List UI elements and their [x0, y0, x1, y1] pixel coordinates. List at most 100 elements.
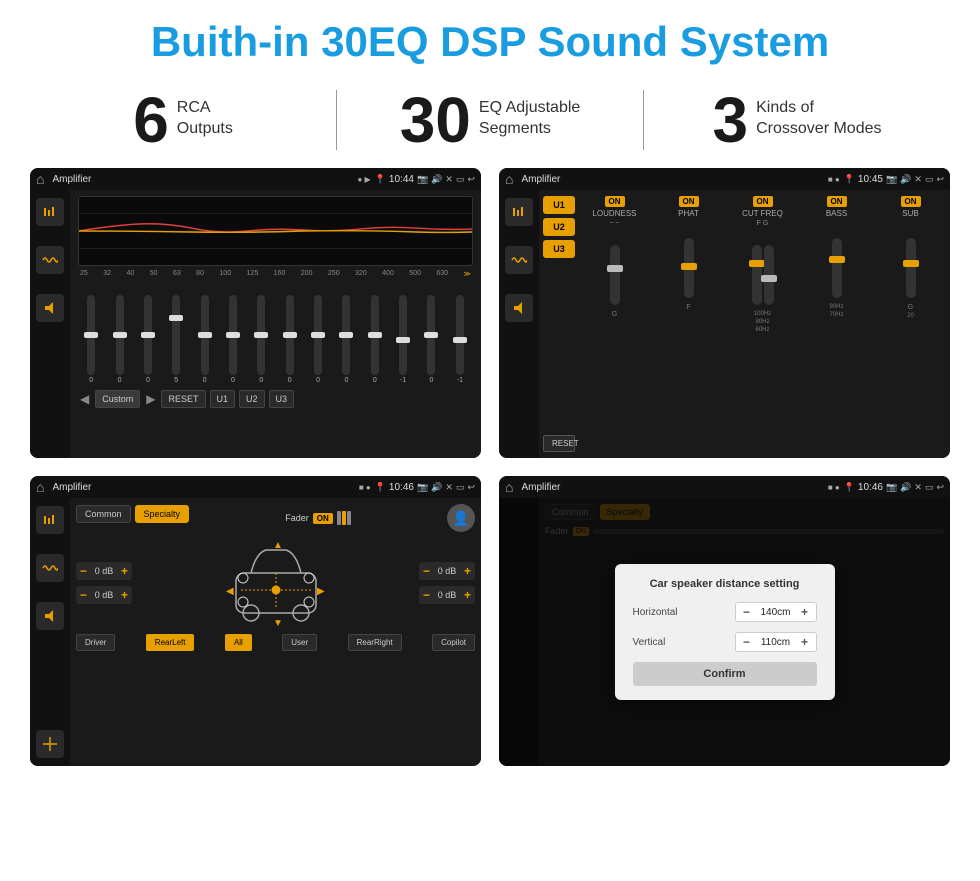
stats-row: 6 RCAOutputs 30 EQ AdjustableSegments 3 …: [0, 78, 980, 168]
back-icon-4[interactable]: ↩: [936, 482, 944, 493]
wave-btn[interactable]: [36, 246, 64, 274]
rl-plus[interactable]: +: [121, 588, 128, 602]
camera-icon-3: 📷: [417, 482, 428, 493]
user-avatar[interactable]: 👤: [447, 504, 475, 532]
fader-on-badge[interactable]: ON: [313, 513, 333, 524]
eq-main: 25 32 40 50 63 80 100 125 160 200 250 32…: [70, 190, 481, 458]
fl-db-control: − 0 dB +: [76, 562, 132, 580]
horizontal-plus[interactable]: +: [798, 605, 812, 619]
loudness-on[interactable]: ON: [605, 196, 625, 207]
rr-plus[interactable]: +: [464, 588, 471, 602]
status-bar-4: ⌂ Amplifier ■ ● 📍 10:46 📷 🔊 ✕ ▭ ↩: [499, 476, 950, 498]
fr-minus[interactable]: −: [423, 564, 430, 578]
sub-on[interactable]: ON: [901, 196, 921, 207]
horizontal-minus[interactable]: −: [740, 605, 754, 619]
phat-on[interactable]: ON: [679, 196, 699, 207]
bass-on[interactable]: ON: [827, 196, 847, 207]
eq-slider-2: 0: [135, 295, 161, 384]
time-1: 10:44: [389, 174, 414, 185]
stat-label-crossover: Kinds ofCrossover Modes: [756, 88, 881, 140]
all-btn[interactable]: All: [225, 634, 252, 651]
driver-btn[interactable]: Driver: [76, 634, 115, 651]
eq-icon-3[interactable]: [36, 506, 64, 534]
sub-label: SUB: [902, 209, 918, 218]
preset-u1-amp[interactable]: U1: [543, 196, 575, 214]
back-icon-2[interactable]: ↩: [936, 174, 944, 185]
rearleft-btn[interactable]: RearLeft: [146, 634, 195, 651]
battery-icon-3: ▭: [456, 482, 465, 493]
eq-slider-9: 0: [333, 295, 359, 384]
copilot-btn[interactable]: Copilot: [432, 634, 475, 651]
phat-slider[interactable]: [684, 238, 694, 298]
cutfreq-slider-f[interactable]: [752, 245, 762, 305]
speaker-btn[interactable]: [36, 294, 64, 322]
speaker-icon-2[interactable]: [505, 294, 533, 322]
back-icon-1[interactable]: ↩: [467, 174, 475, 185]
preset-u1[interactable]: U1: [210, 390, 236, 408]
preset-custom[interactable]: Custom: [95, 390, 140, 408]
prev-arrow[interactable]: ◀: [78, 390, 91, 408]
preset-u3-amp[interactable]: U3: [543, 240, 575, 258]
eq-icon-2[interactable]: [505, 198, 533, 226]
location-icon-3: 📍: [375, 482, 386, 493]
x-icon-2: ✕: [914, 174, 922, 185]
time-2: 10:45: [858, 174, 883, 185]
fl-plus[interactable]: +: [121, 564, 128, 578]
home-icon-4[interactable]: ⌂: [505, 479, 513, 495]
screen-eq: ⌂ Amplifier ● ▶ 📍 10:44 📷 🔊 ✕ ▭ ↩: [30, 168, 481, 458]
battery-icon-4: ▭: [925, 482, 934, 493]
x-icon-4: ✕: [914, 482, 922, 493]
bass-label: BASS: [826, 209, 847, 218]
app-title-3: Amplifier: [52, 482, 354, 493]
camera-icon-1: 📷: [417, 174, 428, 185]
cutfreq-slider-g[interactable]: [764, 245, 774, 305]
fl-minus[interactable]: −: [80, 564, 87, 578]
fr-plus[interactable]: +: [464, 564, 471, 578]
preset-u2-amp[interactable]: U2: [543, 218, 575, 236]
stat-number-crossover: 3: [713, 88, 749, 152]
home-icon-2[interactable]: ⌂: [505, 171, 513, 187]
volume-icon-3: 🔊: [431, 482, 442, 493]
amp-sidebar: [499, 190, 539, 458]
preset-u3[interactable]: U3: [269, 390, 295, 408]
next-arrow[interactable]: ▶: [144, 390, 157, 408]
location-icon-4: 📍: [844, 482, 855, 493]
wave-icon-3[interactable]: [36, 554, 64, 582]
status-bar-3: ⌂ Amplifier ■ ● 📍 10:46 📷 🔊 ✕ ▭ ↩: [30, 476, 481, 498]
user-btn[interactable]: User: [282, 634, 317, 651]
eq-bottom-bar: ◀ Custom ▶ RESET U1 U2 U3: [78, 390, 473, 408]
rr-db-control: − 0 dB +: [419, 586, 475, 604]
preset-reset[interactable]: RESET: [161, 390, 205, 408]
rearright-btn[interactable]: RearRight: [348, 634, 402, 651]
arrows-icon-3[interactable]: [36, 730, 64, 758]
loudness-label: LOUDNESS: [592, 209, 636, 218]
vertical-value: 110cm: [758, 637, 794, 648]
speaker-icon-3[interactable]: [36, 602, 64, 630]
app-title-1: Amplifier: [52, 174, 353, 185]
vertical-stepper: − 110cm +: [735, 632, 817, 652]
home-icon-3[interactable]: ⌂: [36, 479, 44, 495]
home-icon-1[interactable]: ⌂: [36, 171, 44, 187]
preset-u2[interactable]: U2: [239, 390, 265, 408]
cutfreq-on[interactable]: ON: [753, 196, 773, 207]
equalizer-btn[interactable]: [36, 198, 64, 226]
reset-btn-amp[interactable]: RESET: [543, 435, 575, 452]
tab-specialty[interactable]: Specialty: [135, 505, 190, 523]
wave-icon-2[interactable]: [505, 246, 533, 274]
screen2-body: U1 U2 U3 RESET ON LOUDNESS ~ ~: [499, 190, 950, 458]
bass-slider[interactable]: [832, 238, 842, 298]
rr-minus[interactable]: −: [423, 588, 430, 602]
eq-slider-3: 5: [163, 295, 189, 384]
back-icon-3[interactable]: ↩: [467, 482, 475, 493]
tab-common[interactable]: Common: [76, 505, 131, 523]
vertical-plus[interactable]: +: [798, 635, 812, 649]
sub-slider[interactable]: [906, 238, 916, 298]
confirm-button[interactable]: Confirm: [633, 662, 817, 686]
eq-slider-6: 0: [248, 295, 274, 384]
loudness-slider-g[interactable]: [610, 245, 620, 305]
eq-slider-12: 0: [418, 295, 444, 384]
dialog-title: Car speaker distance setting: [633, 578, 817, 590]
rl-minus[interactable]: −: [80, 588, 87, 602]
vertical-minus[interactable]: −: [740, 635, 754, 649]
screen-channel: ⌂ Amplifier ■ ● 📍 10:46 📷 🔊 ✕ ▭ ↩: [30, 476, 481, 766]
